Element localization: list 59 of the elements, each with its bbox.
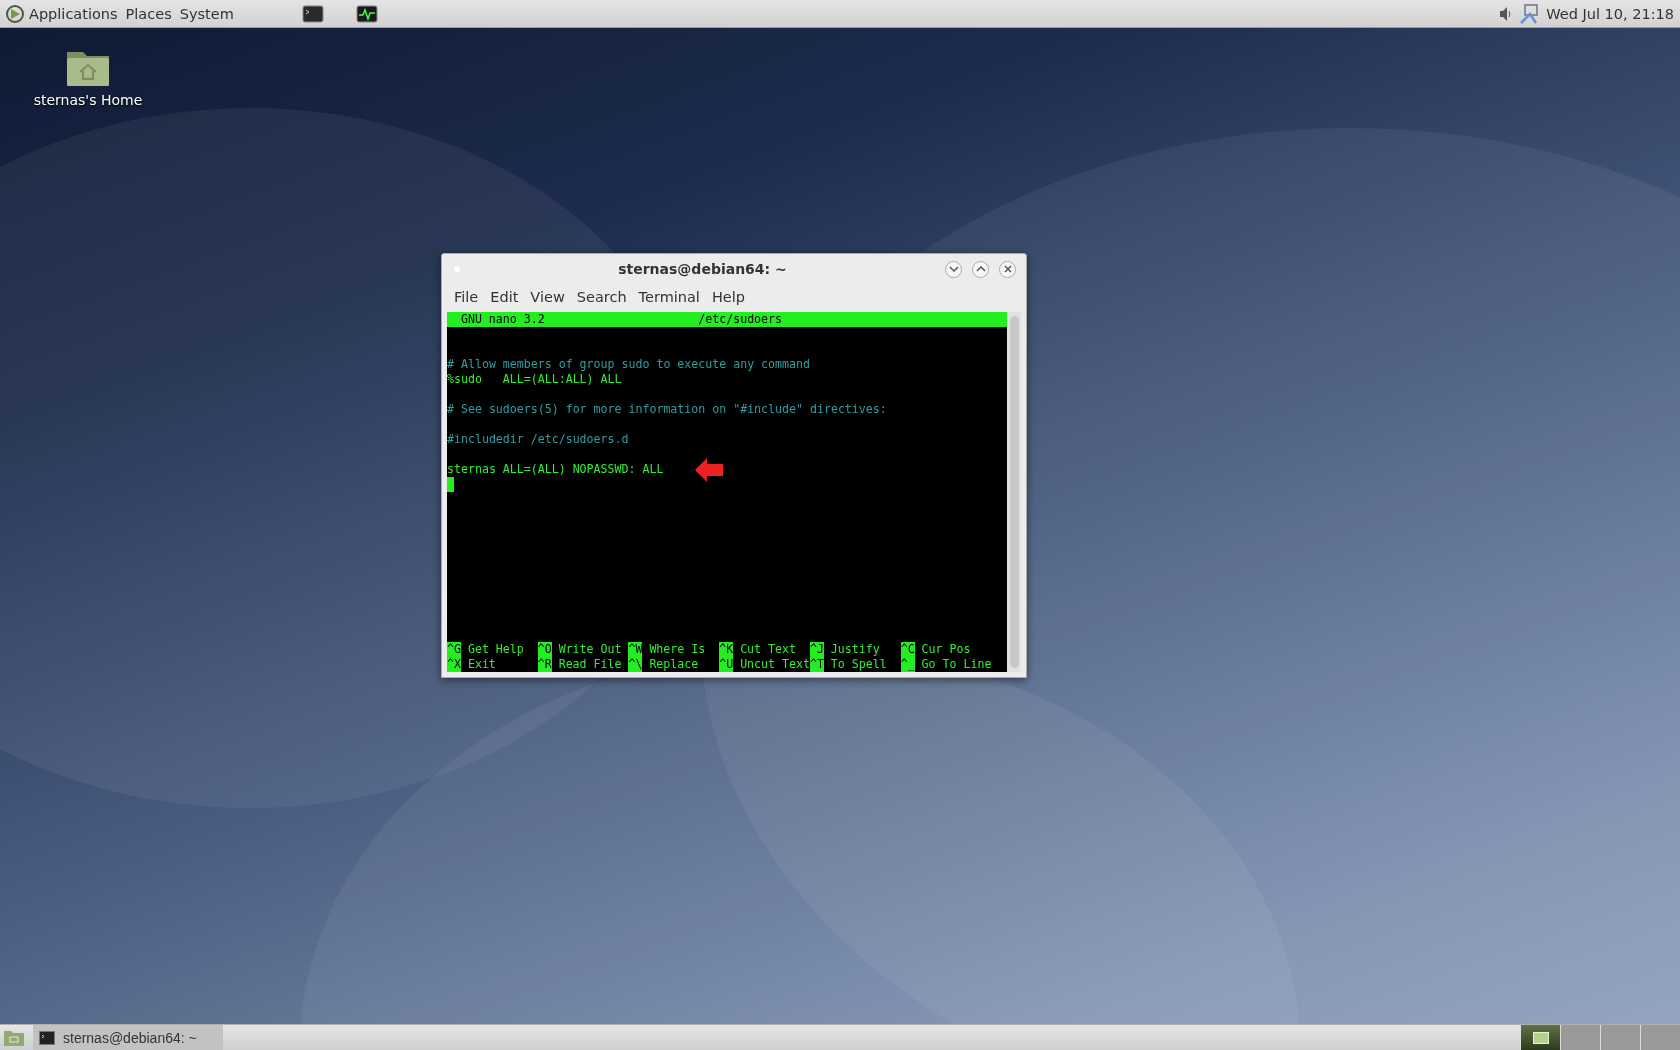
chevron-up-icon — [975, 266, 986, 272]
comment-line: #includedir /etc/sudoers.d — [447, 432, 629, 447]
editor-version: GNU nano 3.2 — [460, 312, 546, 327]
shortcut-label: Exit — [466, 657, 496, 672]
terminal-icon — [39, 1030, 55, 1045]
panel-menu[interactable]: System — [175, 5, 238, 22]
launcher-icon[interactable] — [5, 3, 25, 24]
chevron-down-icon — [948, 266, 959, 272]
scrollbar[interactable] — [1007, 312, 1021, 672]
close-icon — [1003, 265, 1012, 273]
close-button[interactable] — [999, 260, 1016, 278]
menu-item[interactable]: File — [448, 289, 485, 305]
shortcut-key: ^C — [900, 642, 915, 657]
system-monitor-icon[interactable] — [355, 4, 378, 23]
shortcut-key: ^K — [719, 642, 734, 657]
menu-item[interactable]: Terminal — [632, 289, 706, 305]
window-thumbnail — [1532, 1031, 1549, 1044]
shortcut-label: Cur Pos — [920, 642, 971, 657]
shortcut-label: Write Out — [557, 642, 622, 657]
shortcut-key: ^X — [447, 657, 461, 672]
comment-line: # Allow members of group sudo to execute any command — [447, 357, 810, 372]
menu-item[interactable]: Edit — [484, 289, 525, 305]
shortcut-label: Read File — [557, 657, 622, 672]
shortcut-key: ^J — [809, 642, 824, 657]
shortcut-label: Where Is — [648, 642, 706, 657]
taskbar-button[interactable]: sternas@debian64: ~ — [33, 1025, 223, 1050]
shortcut-key: ^_ — [900, 657, 915, 672]
clock[interactable]: Wed Jul 10, 21:18 — [1546, 5, 1674, 22]
menu-item[interactable]: View — [524, 289, 571, 305]
panel-menu[interactable]: Applications — [25, 5, 122, 22]
shortcut-label: Uncut Text — [739, 657, 810, 672]
minimize-button[interactable] — [945, 260, 962, 278]
shortcut-label: Get Help — [466, 642, 524, 657]
shortcut-label: Go To Line — [920, 657, 992, 672]
comment-line: # See sudoers(5) for more information on "#include" directives: — [447, 402, 887, 417]
menu-item[interactable]: Search — [570, 289, 633, 305]
file-name: /etc/sudoers — [698, 312, 783, 327]
shortcut-label: To Spell — [829, 657, 887, 672]
maximize-button[interactable] — [972, 260, 989, 278]
config-line: sternas ALL=(ALL) NOPASSWD: ALL — [447, 462, 664, 477]
config-line: %sudo ALL=(ALL:ALL) ALL — [447, 372, 622, 387]
terminal-icon[interactable] — [301, 4, 324, 23]
shortcut-label: Cut Text — [739, 642, 796, 657]
shortcut-key: ^\ — [628, 657, 643, 672]
network-icon[interactable] — [1518, 2, 1541, 25]
workspace-button[interactable] — [1520, 1025, 1560, 1050]
shortcut-key: ^W — [628, 642, 643, 657]
shortcut-key: ^R — [537, 657, 552, 672]
window-title: sternas@debian64: ~ — [617, 261, 788, 277]
shortcut-key: ^O — [537, 642, 552, 657]
shortcut-label: Replace — [648, 657, 699, 672]
shortcut-key: ^T — [809, 657, 824, 672]
text-cursor — [447, 477, 454, 492]
folder-label[interactable]: sternas's Home — [33, 92, 143, 108]
shortcut-key: ^U — [719, 657, 734, 672]
shortcut-label: Justify — [829, 642, 880, 657]
menu-item[interactable]: Help — [705, 289, 751, 305]
shortcut-key: ^G — [447, 642, 461, 657]
panel-menu[interactable]: Places — [121, 5, 176, 22]
